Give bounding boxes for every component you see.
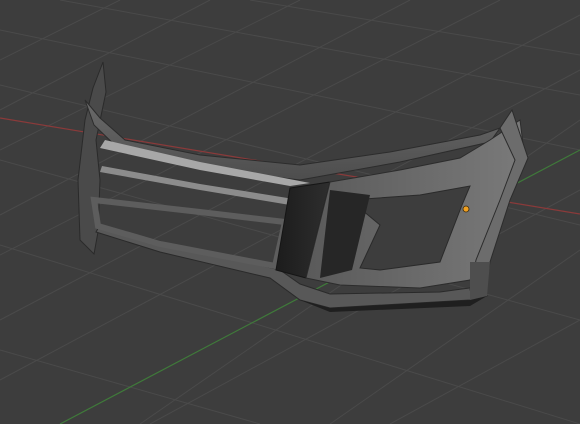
bumper-mesh[interactable] (77, 61, 529, 312)
object-origin-marker[interactable] (462, 205, 470, 213)
3d-viewport[interactable] (0, 0, 580, 424)
viewport-scene[interactable] (0, 0, 580, 424)
bumper-right-wing-face (470, 262, 490, 300)
